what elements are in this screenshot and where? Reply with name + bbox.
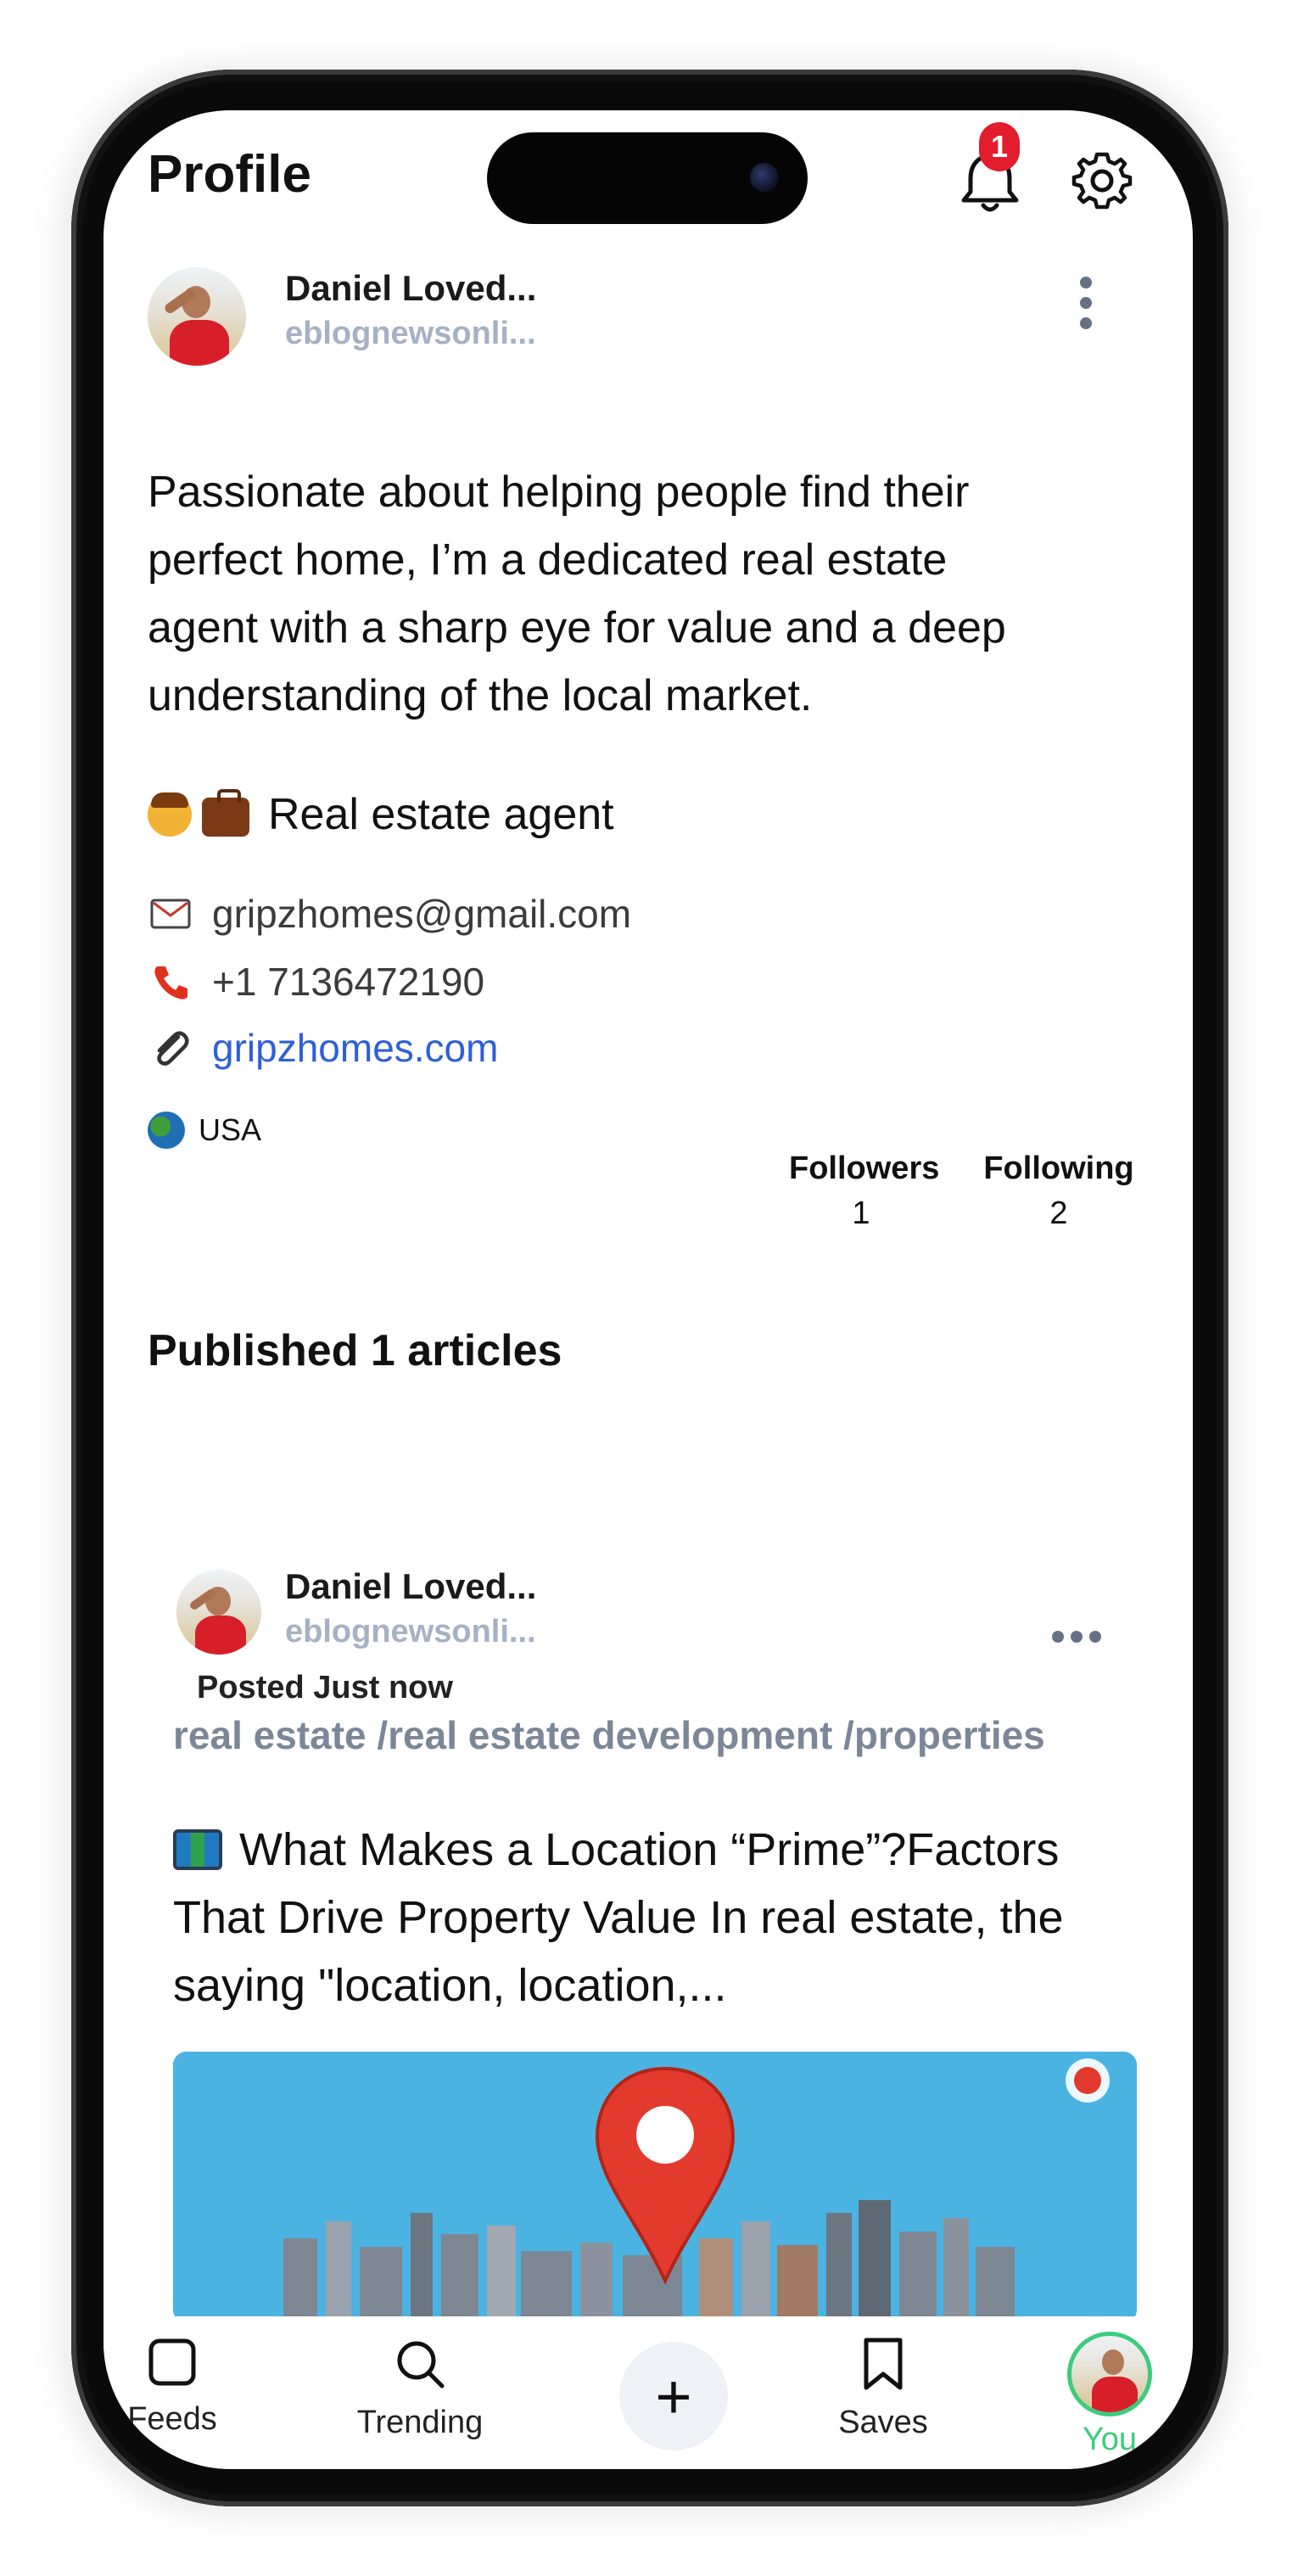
- email-row[interactable]: gripzhomes@gmail.com: [148, 891, 631, 937]
- globe-icon: [148, 1112, 185, 1149]
- envelope-icon: [148, 893, 193, 934]
- profile-handle: eblognewsonli...: [285, 316, 536, 351]
- profile-bio: Passionate about helping people find the…: [148, 468, 1006, 720]
- role-label: Real estate agent: [268, 790, 614, 839]
- following-label: Following: [983, 1151, 1134, 1186]
- avatar[interactable]: [148, 267, 246, 366]
- country-text: USA: [199, 1112, 262, 1147]
- nav-trending[interactable]: Trending: [348, 2337, 492, 2441]
- following-stat[interactable]: Following 2: [976, 1151, 1142, 1232]
- bottom-nav: Feeds Trending + Saves You: [104, 2316, 1193, 2469]
- bookmark-icon: [864, 2338, 903, 2390]
- followers-count: 1: [852, 1196, 870, 1231]
- nav-you[interactable]: You: [1059, 2332, 1161, 2458]
- profile-avatar-icon: [1067, 2332, 1152, 2416]
- followers-label: Followers: [789, 1151, 940, 1186]
- articles-section-title: Published 1 articles: [148, 1326, 562, 1375]
- gear-icon[interactable]: [1069, 148, 1135, 214]
- article-excerpt-text: What Makes a Location “Prime”?Factors Th…: [173, 1824, 1064, 2011]
- phone-icon: [148, 961, 193, 1002]
- posted-time: Posted Just now: [197, 1670, 453, 1705]
- more-options-icon[interactable]: [1077, 277, 1094, 338]
- website-link[interactable]: gripzhomes.com: [148, 1025, 498, 1071]
- phone-row[interactable]: +1 7136472190: [148, 959, 484, 1005]
- nav-saves-label: Saves: [838, 2405, 928, 2440]
- create-post-button[interactable]: +: [619, 2342, 728, 2450]
- article-more-icon[interactable]: [1052, 1631, 1101, 1643]
- profile-name: Daniel Loved...: [285, 268, 537, 308]
- article-image[interactable]: [173, 2052, 1137, 2323]
- followers-stat[interactable]: Followers 1: [789, 1151, 940, 1232]
- feeds-icon: [148, 2338, 196, 2386]
- nav-feeds[interactable]: Feeds: [126, 2337, 219, 2438]
- article-author-avatar[interactable]: [176, 1570, 261, 1655]
- following-count: 2: [1049, 1196, 1068, 1231]
- map-emoji-icon: [173, 1829, 222, 1870]
- camera-icon: [750, 163, 779, 192]
- article-excerpt[interactable]: What Makes a Location “Prime”?Factors Th…: [173, 1816, 1149, 2019]
- nav-you-label: You: [1082, 2422, 1138, 2457]
- country-row: USA: [148, 1112, 261, 1149]
- app-screen: Profile 1 Daniel Loved... eblognewsonli.…: [104, 110, 1193, 2469]
- website-text: gripzhomes.com: [212, 1026, 499, 1070]
- briefcase-emoji-icon: [202, 789, 249, 837]
- person-emoji-icon: [148, 792, 192, 837]
- notification-badge: 1: [979, 122, 1020, 171]
- article-tags[interactable]: real estate /real estate development /pr…: [173, 1712, 1045, 1758]
- page-title: Profile: [148, 145, 311, 204]
- nav-saves[interactable]: Saves: [828, 2337, 938, 2441]
- paperclip-icon: [148, 1028, 193, 1068]
- nav-trending-label: Trending: [356, 2405, 484, 2440]
- phone-text: +1 7136472190: [212, 960, 485, 1004]
- search-icon: [397, 2341, 445, 2388]
- profile-role: Real estate agent: [148, 789, 614, 840]
- email-text: gripzhomes@gmail.com: [212, 892, 632, 936]
- nav-feeds-label: Feeds: [127, 2401, 217, 2437]
- article-author-name[interactable]: Daniel Loved...: [285, 1566, 536, 1607]
- article-author-handle: eblognewsonli...: [285, 1614, 536, 1649]
- dynamic-island: [487, 132, 808, 224]
